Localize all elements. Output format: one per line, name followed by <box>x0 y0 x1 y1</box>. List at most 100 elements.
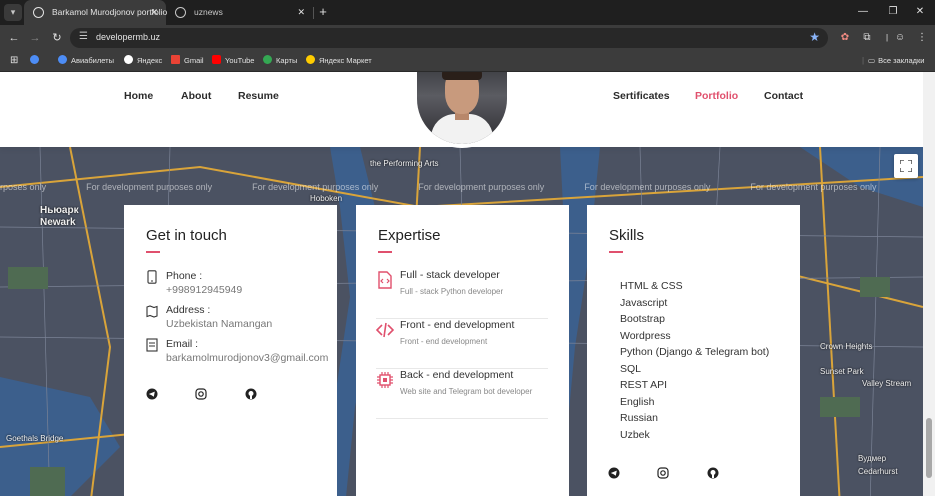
tab-portfolio[interactable]: Barkamol Murodjonov portfolio ✕ <box>24 0 167 25</box>
tab-separator <box>313 7 314 19</box>
url-text[interactable]: developermb.uz <box>96 32 160 42</box>
tab-uznews[interactable]: uznews ✕ <box>166 0 313 25</box>
more-menu-icon[interactable]: ⋮ <box>912 28 932 48</box>
map-label: Ньюарк <box>40 205 79 216</box>
page-viewport: Home About Resume Sertificates Portfolio… <box>0 72 923 496</box>
page-scrollbar[interactable] <box>923 72 935 496</box>
skill-item: English <box>620 396 655 408</box>
skill-item: Uzbek <box>620 429 650 441</box>
map-label: Sunset Park <box>820 367 864 376</box>
new-tab-button[interactable]: + <box>316 0 330 24</box>
profile-photo <box>417 72 507 144</box>
bookmark-aviabilety[interactable]: Авиабилеты <box>58 51 114 71</box>
telegram-icon[interactable] <box>146 388 158 400</box>
map-pin-icon <box>263 55 272 64</box>
bookmark-yandex-market[interactable]: Яндекс Маркет <box>306 51 372 71</box>
address-value: Uzbekistan Namangan <box>166 318 273 330</box>
expertise-item: Full - stack developer Full - stack Pyth… <box>376 269 548 319</box>
map-fullscreen-button[interactable] <box>894 154 918 178</box>
skill-item: Russian <box>620 412 658 424</box>
phone-icon <box>147 270 157 284</box>
minimize-icon[interactable]: — <box>848 0 878 24</box>
bookmark-icon <box>306 55 315 64</box>
github-icon[interactable] <box>245 388 257 400</box>
scrollbar-thumb[interactable] <box>926 418 932 478</box>
skill-item: SQL <box>620 363 642 375</box>
nav-home[interactable]: Home <box>124 90 153 102</box>
email-value[interactable]: barkamolmurodjonov3@gmail.com <box>166 352 328 364</box>
expertise-item: Back - end development Web site and Tele… <box>376 369 548 419</box>
browser-toolbar: ← → ↻ ☰ developermb.uz ★ ✿ ⧉ | ☺ ⋮ <box>0 25 935 51</box>
extension-icon[interactable]: ✿ <box>835 28 855 48</box>
bookmark-karty[interactable]: Карты <box>263 51 297 71</box>
skill-item: HTML & CSS <box>620 280 683 292</box>
title-underline <box>378 251 392 253</box>
back-arrow-icon[interactable]: ← <box>4 28 24 48</box>
gmail-icon <box>171 55 180 64</box>
site-settings-icon[interactable]: ☰ <box>79 31 88 42</box>
globe-icon <box>33 7 44 18</box>
bookmark-gmail[interactable]: Gmail <box>171 51 204 71</box>
expertise-subtitle: Web site and Telegram bot developer <box>400 387 533 396</box>
skill-item: Javascript <box>620 297 668 309</box>
github-icon[interactable] <box>707 467 719 479</box>
instagram-icon[interactable] <box>195 388 207 400</box>
browser-tab-strip: ▾ Barkamol Murodjonov portfolio ✕ uznews… <box>0 0 935 25</box>
bookmark-icon <box>58 55 67 64</box>
code-file-icon <box>378 271 392 289</box>
skill-item: Python (Django & Telegram bot) <box>620 346 770 358</box>
reload-icon[interactable]: ↻ <box>47 28 67 48</box>
tab-separator: | <box>862 56 865 65</box>
skills-card: Skills HTML & CSS Javascript Bootstrap W… <box>587 205 800 496</box>
expertise-title: Back - end development <box>400 369 514 381</box>
map-label: Newark <box>40 217 76 228</box>
bookmark-yandex[interactable]: Яндекс <box>124 51 162 71</box>
bookmark-icon <box>124 55 133 64</box>
close-icon[interactable]: ✕ <box>297 0 305 25</box>
map-label: Вудмер <box>858 454 887 463</box>
map-label: Valley Stream <box>862 379 912 388</box>
map-label: Cedarhurst <box>858 467 898 476</box>
all-bookmarks[interactable]: ▭ Все закладки <box>868 51 924 71</box>
skill-item: Bootstrap <box>620 313 665 325</box>
bookmark-star-icon[interactable]: ★ <box>809 30 820 44</box>
email-label: Email : <box>166 338 199 350</box>
tab-search-button[interactable]: ▾ <box>4 4 22 21</box>
map-label: the Performing Arts <box>370 159 439 168</box>
skill-item: REST API <box>620 379 668 391</box>
phone-value[interactable]: +998912945949 <box>166 284 242 296</box>
map-watermark: For development purposes onlyFor develop… <box>0 182 877 192</box>
restore-icon[interactable]: ❐ <box>878 0 908 24</box>
forward-arrow-icon[interactable]: → <box>25 28 45 48</box>
nav-about[interactable]: About <box>181 90 211 102</box>
apps-grid-icon[interactable]: ⊞ <box>10 51 18 71</box>
card-title: Expertise <box>378 227 441 244</box>
nav-sertificates[interactable]: Sertificates <box>613 90 670 102</box>
address-label: Address : <box>166 304 211 316</box>
window-close-icon[interactable]: ✕ <box>905 0 935 24</box>
expertise-subtitle: Full - stack Python developer <box>400 287 504 296</box>
expertise-title: Full - stack developer <box>400 269 500 281</box>
nav-resume[interactable]: Resume <box>238 90 279 102</box>
globe-icon <box>175 7 186 18</box>
address-bar[interactable]: ☰ developermb.uz ★ <box>70 28 828 48</box>
extensions-puzzle-icon[interactable]: ⧉ <box>857 28 877 48</box>
card-title: Skills <box>609 227 645 244</box>
telegram-icon[interactable] <box>608 467 620 479</box>
close-icon[interactable]: ✕ <box>150 0 158 25</box>
fullscreen-icon <box>900 160 912 172</box>
expertise-card: Expertise Full - stack developer Full - … <box>356 205 569 496</box>
contact-card: Get in touch Phone : +998912945949 Addre… <box>124 205 337 496</box>
profile-avatar-icon[interactable]: ☺ <box>890 28 910 48</box>
nav-portfolio[interactable]: Portfolio <box>695 90 738 102</box>
title-underline <box>146 251 160 253</box>
card-title: Get in touch <box>146 227 227 244</box>
youtube-icon <box>212 55 221 64</box>
nav-contact[interactable]: Contact <box>764 90 803 102</box>
bookmark-folder-icon[interactable] <box>30 51 43 71</box>
map-label: Crown Heights <box>820 342 873 351</box>
bookmark-youtube[interactable]: YouTube <box>212 51 254 71</box>
tab-title: uznews <box>194 7 223 17</box>
title-underline <box>609 251 623 253</box>
instagram-icon[interactable] <box>657 467 669 479</box>
